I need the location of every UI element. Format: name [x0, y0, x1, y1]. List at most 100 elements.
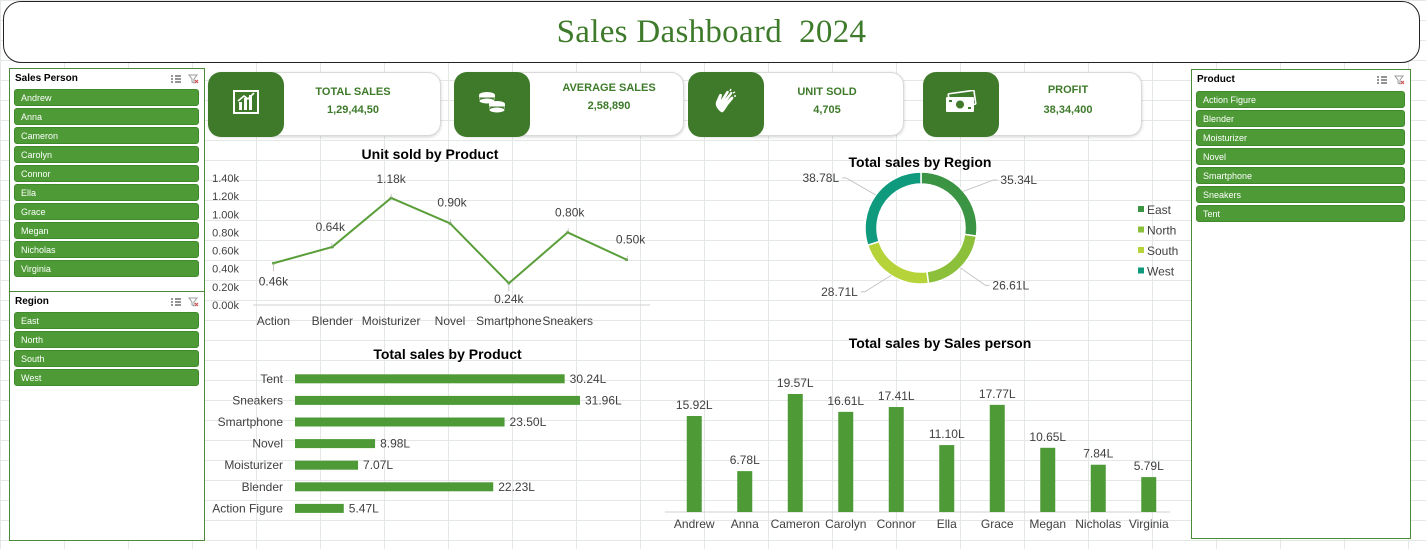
slicer-item-andrew[interactable]: Andrew	[14, 89, 199, 106]
kpi-label-total-sales: TOTAL SALES	[315, 86, 391, 98]
bar	[686, 416, 702, 512]
slicer-item-anna[interactable]: Anna	[14, 108, 199, 125]
slicer-item-action-figure[interactable]: Action Figure	[1196, 91, 1405, 108]
title-banner: Sales Dashboard 2024	[3, 1, 1420, 63]
data-label: 0.90k	[437, 195, 467, 209]
chart-title-region: Total sales by Region	[848, 154, 992, 170]
slicer-item-connor[interactable]: Connor	[14, 165, 199, 182]
clapping-hands-icon	[712, 88, 740, 121]
y-tick-label: Smartphone	[218, 415, 284, 429]
bar	[295, 460, 359, 470]
hbar-chart-product-sales: Tent 30.24L Sneakers 31.96L Smartphone 23.50L…	[212, 372, 622, 516]
donut-slice-west	[864, 172, 922, 247]
slicer-item-sneakers[interactable]: Sneakers	[1196, 186, 1405, 203]
y-tick-label: 0.60k	[212, 246, 239, 258]
slicer-title: Product	[1197, 74, 1235, 85]
y-tick-label: 1.00k	[212, 209, 239, 221]
slicer-item-virginia[interactable]: Virginia	[14, 260, 199, 277]
donut-slice-north	[926, 233, 978, 285]
data-label: 11.10L	[929, 427, 965, 441]
clear-filter-icon[interactable]	[188, 297, 199, 307]
bar	[1040, 447, 1056, 512]
kpi-value-average-sales: 2,58,890	[587, 100, 631, 112]
legend-swatch	[1138, 267, 1144, 274]
slicer-item-smartphone[interactable]: Smartphone	[1196, 167, 1405, 184]
slicer-header: Region	[10, 293, 204, 310]
x-tick-label: Cameron	[771, 517, 820, 531]
x-tick-label: Sneakers	[542, 314, 593, 328]
data-label: 6.78L	[730, 453, 760, 467]
kpi-value-unit-sold: 4,705	[813, 104, 841, 116]
bar	[295, 482, 494, 492]
y-tick-label: Novel	[252, 437, 283, 451]
legend-label: North	[1147, 224, 1176, 238]
clear-filter-icon[interactable]	[188, 74, 199, 84]
clear-filter-icon[interactable]	[1394, 75, 1405, 85]
slicer-item-ella[interactable]: Ella	[14, 184, 199, 201]
donut-slice-east	[920, 172, 978, 237]
multi-select-icon[interactable]	[170, 74, 182, 84]
bar	[295, 417, 505, 427]
slicer-item-cameron[interactable]: Cameron	[14, 127, 199, 144]
slicer-item-tent[interactable]: Tent	[1196, 205, 1405, 222]
slicer-title: Region	[15, 296, 49, 307]
x-tick-label: Smartphone	[476, 314, 542, 328]
x-tick-label: Grace	[981, 517, 1014, 531]
data-label: 15.92L	[676, 398, 713, 412]
data-label: 16.61L	[827, 394, 864, 408]
legend-swatch	[1138, 226, 1144, 233]
kpi-value-profit: 38,34,400	[1043, 104, 1093, 116]
data-label: 28.71L	[821, 285, 858, 299]
data-label: 23.50L	[510, 415, 547, 429]
slicer-item-nicholas[interactable]: Nicholas	[14, 241, 199, 258]
leader-line	[842, 177, 876, 196]
x-tick-label: Connor	[877, 517, 916, 531]
x-tick-label: Ella	[937, 517, 957, 531]
slicer-item-carolyn[interactable]: Carolyn	[14, 146, 199, 163]
line-chart-unit-sold: 0.00k 0.20k 0.40k 0.60k 0.80k 1.00k 1.20k 1.40k…	[212, 172, 650, 328]
kpi-icon-box	[923, 72, 999, 137]
product-slicer: Product Action Figure Blender Moisturizer N…	[1191, 69, 1411, 539]
slicer-item-megan[interactable]: Megan	[14, 222, 199, 239]
y-tick-label: 1.20k	[212, 191, 239, 203]
slicer-item-north[interactable]: North	[14, 331, 199, 348]
money-icon	[944, 89, 978, 119]
y-tick-label: Blender	[242, 480, 283, 494]
bar	[989, 404, 1005, 512]
data-label: 17.41L	[878, 389, 915, 403]
slicer-item-novel[interactable]: Novel	[1196, 148, 1405, 165]
data-label: 8.98L	[380, 437, 410, 451]
slicer-item-grace[interactable]: Grace	[14, 203, 199, 220]
slicer-item-moisturizer[interactable]: Moisturizer	[1196, 129, 1405, 146]
slicer-tools	[170, 74, 199, 84]
x-tick-label: Carolyn	[825, 517, 866, 531]
y-tick-label: 0.40k	[212, 264, 239, 276]
slicer-item-south[interactable]: South	[14, 350, 199, 367]
y-tick-label: Action Figure	[212, 501, 283, 515]
bar	[939, 445, 955, 512]
bar	[295, 395, 580, 405]
slicer-tools	[170, 297, 199, 307]
data-label: 5.47L	[349, 501, 379, 515]
slicer-item-west[interactable]: West	[14, 369, 199, 386]
data-label: 7.84L	[1083, 447, 1113, 461]
data-label: 30.24L	[570, 372, 607, 386]
bar-chart-icon	[232, 89, 260, 120]
kpi-icon-box	[208, 72, 284, 137]
y-tick-label: 0.20k	[212, 282, 239, 294]
kpi-icon-box	[688, 72, 764, 137]
dashboard-title: Sales Dashboard 2024	[556, 13, 867, 50]
multi-select-icon[interactable]	[1376, 75, 1388, 85]
leader-line	[860, 275, 892, 293]
x-tick-label: Virginia	[1129, 517, 1169, 531]
slicer-item-blender[interactable]: Blender	[1196, 110, 1405, 127]
data-label: 19.57L	[777, 376, 814, 390]
data-label: 5.79L	[1134, 459, 1164, 473]
multi-select-icon[interactable]	[170, 297, 182, 307]
data-label: 7.07L	[363, 458, 393, 472]
slicer-item-east[interactable]: East	[14, 312, 199, 329]
chart-title-salesperson: Total sales by Sales person	[848, 335, 1032, 351]
kpi-label-profit: PROFIT	[1047, 84, 1089, 96]
x-tick-label: Action	[257, 314, 290, 328]
legend-swatch	[1138, 206, 1144, 212]
